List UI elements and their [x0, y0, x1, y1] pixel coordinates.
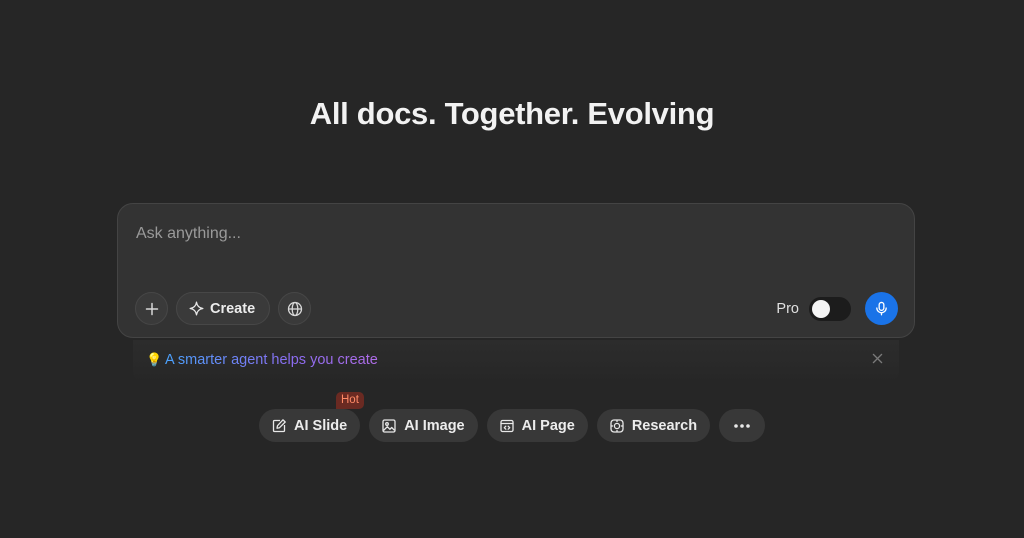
research-label: Research	[631, 417, 698, 434]
ai-slide-label: AI Slide	[294, 417, 348, 434]
more-actions-button[interactable]	[719, 409, 766, 442]
page-title: All docs. Together. Evolving	[309, 96, 715, 131]
composer-right-controls: Pro	[776, 292, 898, 325]
hint-link[interactable]: A smarter agent helps you create	[165, 352, 378, 368]
ai-slide-button[interactable]: Hot AI Slide	[259, 392, 364, 442]
ai-page-label: AI Page	[521, 417, 575, 434]
create-label: Create	[210, 300, 256, 317]
ai-page-button[interactable]: AI Page	[486, 409, 588, 442]
pro-toggle[interactable]	[809, 296, 851, 321]
add-button[interactable]	[135, 292, 168, 325]
page-icon	[499, 418, 515, 434]
hint-banner: 💡 A smarter agent helps you create	[133, 340, 899, 382]
sparkle-icon	[189, 301, 204, 316]
more-dots-icon	[733, 423, 751, 429]
lightbulb-icon: 💡	[146, 352, 163, 367]
research-button[interactable]: Research	[596, 409, 711, 442]
voice-input-button[interactable]	[865, 292, 898, 325]
web-search-button[interactable]	[278, 292, 312, 325]
ai-image-button[interactable]: AI Image	[369, 409, 478, 442]
quick-actions: Hot AI Slide AI Image AI Page Research	[259, 392, 766, 442]
close-icon[interactable]	[869, 350, 885, 366]
globe-icon	[287, 301, 303, 317]
create-button[interactable]: Create	[176, 292, 271, 325]
plus-icon	[145, 302, 159, 316]
ask-input[interactable]	[134, 218, 894, 250]
microphone-icon	[874, 301, 889, 316]
ai-image-label: AI Image	[404, 417, 465, 434]
pro-toggle-knob	[812, 299, 830, 318]
pro-label: Pro	[776, 300, 799, 317]
composer-toolbar: Create	[135, 292, 312, 325]
image-icon	[381, 418, 397, 434]
composer-box: Create Pro	[117, 203, 915, 338]
research-icon	[609, 418, 625, 434]
slide-edit-icon	[271, 418, 287, 434]
hot-badge: Hot	[336, 392, 364, 409]
